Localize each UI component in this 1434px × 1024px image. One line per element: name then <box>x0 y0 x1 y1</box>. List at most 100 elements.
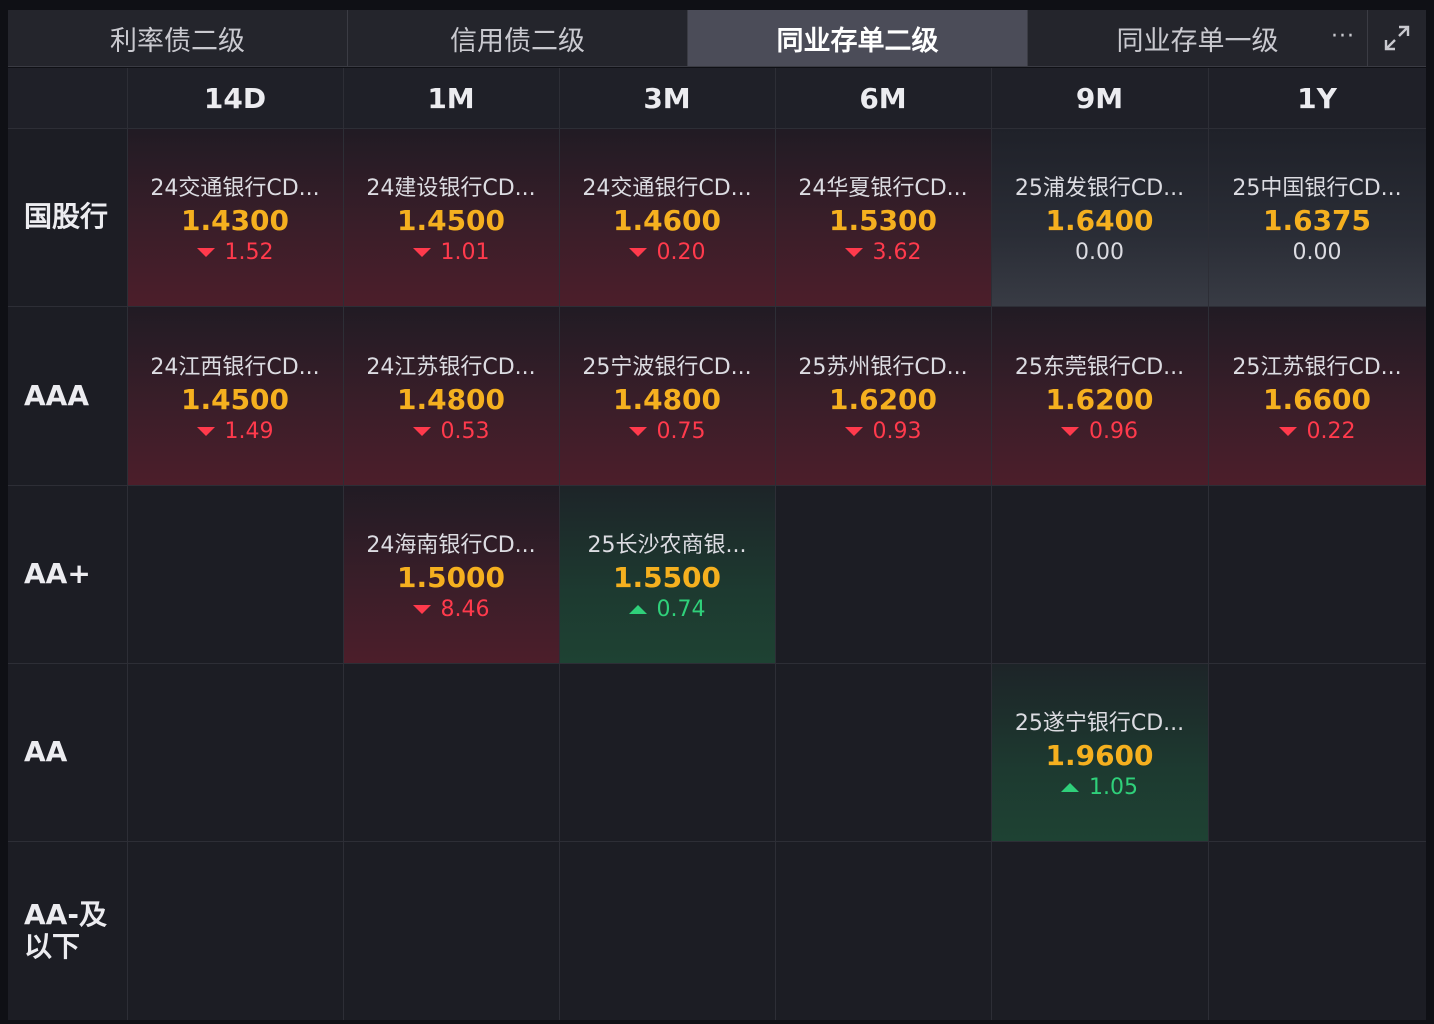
row-header-aa-plus: AA+ <box>24 557 91 590</box>
bond-rate: 1.6375 <box>1262 204 1372 237</box>
down-arrow-icon <box>412 426 431 436</box>
rate-change: 0.22 <box>1278 418 1356 444</box>
grid-divider <box>8 663 1426 664</box>
bond-rate: 1.6200 <box>1045 382 1154 416</box>
quote-cell-aa-9m[interactable]: 25遂宁银行CD... 1.9600 1.05 <box>991 664 1208 841</box>
grid-divider <box>1208 68 1209 1020</box>
rate-change: 0.20 <box>628 240 706 265</box>
down-arrow-icon <box>628 248 647 257</box>
quote-cell-state-joint-stock-banks-9m[interactable]: 25浦发银行CD... 1.6400 0.00 <box>991 129 1208 306</box>
bond-name: 25遂宁银行CD... <box>1014 711 1185 736</box>
rate-change-value: 0.53 <box>440 418 490 444</box>
bond-name: 24交通银行CD... <box>150 176 320 201</box>
rate-change: 0.74 <box>628 597 706 622</box>
grid-divider <box>775 68 776 1020</box>
bond-rate: 1.4600 <box>612 204 722 237</box>
column-header-6m: 6M <box>859 81 907 115</box>
bond-name: 25东莞银行CD... <box>1014 354 1185 380</box>
rate-change-value: 1.01 <box>440 240 490 265</box>
tab-credit-bond-secondary[interactable]: 信用债二级 <box>348 10 688 66</box>
grid-divider <box>559 68 560 1020</box>
down-arrow-icon <box>844 426 863 436</box>
tab-label: 利率债二级 <box>110 25 245 57</box>
rate-change-value: 1.52 <box>224 240 274 265</box>
rate-change: 1.49 <box>196 418 274 444</box>
quote-cell-aaa-6m[interactable]: 25苏州银行CD... 1.6200 0.93 <box>775 307 991 485</box>
rate-change: 8.46 <box>412 597 490 622</box>
quote-cell-aaa-1y[interactable]: 25江苏银行CD... 1.6600 0.22 <box>1208 307 1426 485</box>
bond-name: 24建设银行CD... <box>366 176 536 201</box>
rate-change-value: 1.49 <box>224 418 274 444</box>
bond-rate: 1.4500 <box>396 204 506 237</box>
rate-change-value: 8.46 <box>440 597 490 622</box>
more-icon[interactable]: ··· <box>1331 24 1355 49</box>
up-arrow-icon <box>1061 783 1079 792</box>
quote-cell-state-joint-stock-banks-3m[interactable]: 24交通银行CD... 1.4600 0.20 <box>559 129 775 306</box>
bond-rate: 1.9600 <box>1045 739 1154 772</box>
tab-label: 同业存单二级 <box>776 25 939 57</box>
bond-rate: 1.4800 <box>396 382 506 416</box>
rate-change-value: 3.62 <box>872 240 922 265</box>
column-header-3m: 3M <box>643 81 691 115</box>
bond-rate: 1.6200 <box>828 382 938 416</box>
rate-change-value: 0.00 <box>1292 240 1342 265</box>
down-arrow-icon <box>196 248 215 257</box>
grid-divider <box>343 68 344 1020</box>
down-arrow-icon <box>628 426 647 436</box>
rate-change: 0.75 <box>628 419 705 444</box>
down-arrow-icon <box>412 605 431 614</box>
rate-change-value: 0.93 <box>872 418 922 444</box>
expand-icon <box>1384 25 1410 51</box>
rate-change-value: 0.20 <box>656 240 706 265</box>
quote-cell-aaa-1m[interactable]: 24江苏银行CD... 1.4800 0.53 <box>343 307 559 485</box>
row-header-state-joint-stock-banks: 国股行 <box>24 200 109 233</box>
bond-rate: 1.5300 <box>828 204 938 237</box>
rate-change-value: 0.96 <box>1089 418 1138 444</box>
rate-change: 0.00 <box>1293 240 1342 265</box>
quote-cell-aaa-9m[interactable]: 25东莞银行CD... 1.6200 0.96 <box>991 307 1208 485</box>
bond-name: 25长沙农商银... <box>587 533 747 558</box>
row-header-aa: AA <box>24 735 68 768</box>
rate-change: 3.62 <box>844 240 922 265</box>
quote-cell-state-joint-stock-banks-1m[interactable]: 24建设银行CD... 1.4500 1.01 <box>343 129 559 306</box>
row-header-aa-minus-and-below: AA-及以下 <box>24 897 107 963</box>
tab-ncd-primary[interactable]: 同业存单一级 ··· <box>1028 10 1368 66</box>
expand-button[interactable] <box>1368 10 1426 66</box>
down-arrow-icon <box>412 248 431 257</box>
quote-cell-state-joint-stock-banks-6m[interactable]: 24华夏银行CD... 1.5300 3.62 <box>775 129 991 306</box>
bond-rate: 1.4300 <box>180 204 290 237</box>
column-header-14d: 14D <box>203 81 267 115</box>
tab-bar: 利率债二级 信用债二级 同业存单二级 同业存单一级 ··· <box>8 10 1426 67</box>
quote-cell-aa-plus-3m[interactable]: 25长沙农商银... 1.5500 0.74 <box>559 486 775 663</box>
bond-name: 24交通银行CD... <box>582 176 752 201</box>
grid-divider <box>8 485 1426 486</box>
tab-label: 信用债二级 <box>450 25 585 57</box>
tab-ncd-secondary[interactable]: 同业存单二级 <box>688 10 1028 66</box>
rate-change: 1.52 <box>196 240 274 265</box>
bond-name: 25苏州银行CD... <box>798 354 968 380</box>
rate-change-value: 1.05 <box>1089 775 1138 800</box>
quote-cell-state-joint-stock-banks-1y[interactable]: 25中国银行CD... 1.6375 0.00 <box>1208 129 1426 306</box>
quote-cell-aaa-3m[interactable]: 25宁波银行CD... 1.4800 0.75 <box>559 307 775 485</box>
quote-cell-state-joint-stock-banks-14d[interactable]: 24交通银行CD... 1.4300 1.52 <box>127 129 343 306</box>
bond-rate: 1.5000 <box>396 561 506 594</box>
row-header-aaa: AAA <box>24 378 90 412</box>
bond-name: 24海南银行CD... <box>366 533 536 558</box>
column-header-1m: 1M <box>427 81 475 115</box>
rate-change-value: 0.22 <box>1306 418 1356 444</box>
bond-name: 25宁波银行CD... <box>582 354 752 380</box>
grid-divider <box>991 68 992 1020</box>
quote-cell-aa-plus-1m[interactable]: 24海南银行CD... 1.5000 8.46 <box>343 486 559 663</box>
rate-change-value: 0.74 <box>656 597 706 622</box>
bond-rate: 1.6400 <box>1045 204 1154 237</box>
rate-change: 0.96 <box>1061 419 1138 444</box>
tab-label: 同业存单一级 <box>1116 25 1279 57</box>
bond-name: 25江苏银行CD... <box>1232 354 1402 380</box>
quote-cell-aaa-14d[interactable]: 24江西银行CD... 1.4500 1.49 <box>127 307 343 485</box>
bond-name: 24华夏银行CD... <box>798 176 968 201</box>
tab-rate-bond-secondary[interactable]: 利率债二级 <box>8 10 348 66</box>
bond-name: 24江苏银行CD... <box>366 354 536 380</box>
down-arrow-icon <box>1278 426 1297 436</box>
rate-change: 1.01 <box>412 240 490 265</box>
grid-divider <box>8 128 1426 129</box>
